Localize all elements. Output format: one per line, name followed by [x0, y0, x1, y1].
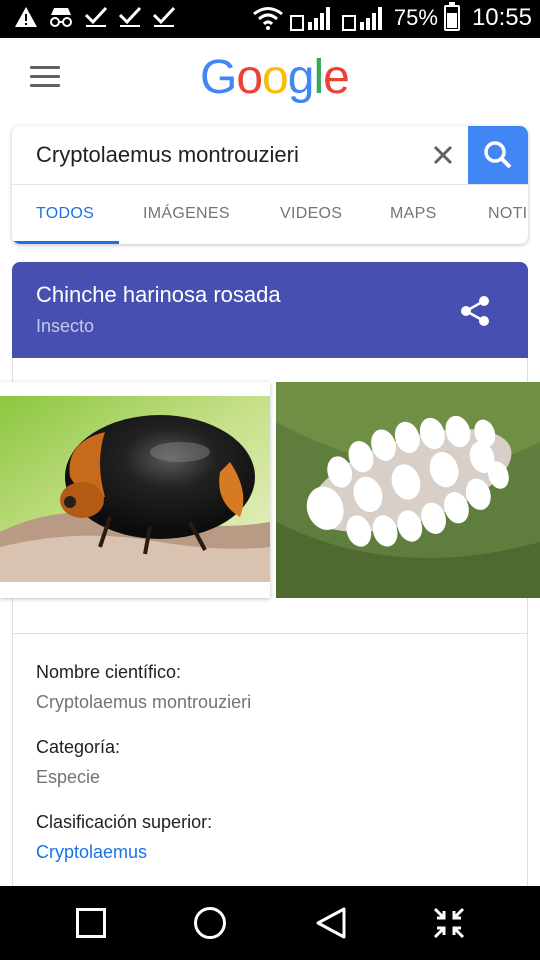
system-status: 75% 10:55	[252, 2, 532, 32]
fact-label-category: Categoría:	[36, 737, 121, 757]
clock: 10:55	[471, 4, 532, 31]
active-tab-indicator	[12, 241, 119, 244]
share-icon[interactable]	[458, 294, 492, 328]
fact-label-scientific-name: Nombre científico:	[36, 662, 182, 682]
clear-icon[interactable]	[428, 140, 458, 170]
check-icon	[152, 6, 176, 27]
knowledge-panel-header: Chinche harinosa rosada Insecto	[12, 262, 528, 358]
signal-sim2-icon	[341, 7, 382, 31]
check-icon	[118, 6, 142, 27]
search-input[interactable]: Cryptolaemus montrouzieri	[36, 142, 299, 168]
check-icon	[84, 6, 108, 27]
search-tabs: TODOS IMÁGENES VIDEOS MAPS NOTI	[12, 185, 528, 244]
collapse-icon[interactable]	[432, 906, 466, 940]
tab-todos[interactable]: TODOS	[36, 205, 94, 223]
app-header: Google	[0, 38, 540, 120]
fact-label-parent-taxon: Clasificación superior:	[36, 812, 213, 832]
search-button[interactable]	[468, 126, 528, 184]
fact-value-scientific-name: Cryptolaemus montrouzieri	[36, 692, 252, 712]
home-button[interactable]	[194, 907, 226, 939]
back-button[interactable]	[314, 906, 348, 940]
beetle-image[interactable]	[0, 382, 270, 598]
recent-apps-button[interactable]	[76, 908, 106, 938]
warning-icon	[15, 7, 37, 27]
incognito-icon	[50, 8, 72, 27]
larva-image[interactable]	[276, 382, 540, 598]
knowledge-panel-subtitle: Insecto	[36, 316, 95, 336]
notification-icons	[14, 6, 176, 28]
battery-icon	[443, 2, 460, 31]
knowledge-panel-title: Chinche harinosa rosada	[36, 282, 281, 307]
search-icon	[484, 141, 512, 169]
menu-icon[interactable]	[30, 66, 60, 88]
google-logo[interactable]: Google	[200, 50, 350, 105]
status-bar: 75% 10:55	[0, 0, 540, 38]
tab-videos[interactable]: VIDEOS	[280, 205, 342, 223]
wifi-icon	[252, 7, 283, 30]
tab-maps[interactable]: MAPS	[390, 205, 437, 223]
fact-link-parent-taxon[interactable]: Cryptolaemus	[36, 842, 147, 863]
tab-noticias[interactable]: NOTI	[488, 205, 527, 223]
signal-sim1-icon	[289, 7, 330, 31]
tab-imagenes[interactable]: IMÁGENES	[143, 205, 230, 223]
search-card: Cryptolaemus montrouzieri TODOS IMÁGENES…	[12, 126, 528, 244]
divider	[12, 633, 528, 634]
battery-percent: 75%	[393, 5, 438, 30]
fact-value-category: Especie	[36, 767, 101, 787]
system-nav-bar	[0, 886, 540, 960]
